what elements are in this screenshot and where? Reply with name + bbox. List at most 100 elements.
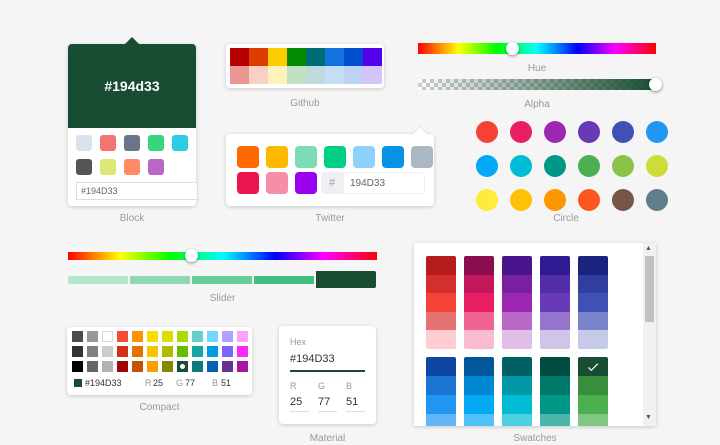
alpha-slider[interactable] xyxy=(418,78,662,91)
compact-g-value[interactable]: 77 xyxy=(185,378,195,388)
swatches-swatch[interactable] xyxy=(578,330,608,349)
block-swatch[interactable] xyxy=(172,135,188,151)
swatches-swatch[interactable] xyxy=(540,376,570,395)
compact-swatch[interactable] xyxy=(132,346,143,357)
compact-swatch[interactable] xyxy=(72,346,83,357)
github-swatch[interactable] xyxy=(230,48,249,66)
compact-swatch[interactable] xyxy=(207,346,218,357)
compact-swatch[interactable] xyxy=(237,361,248,372)
swatches-swatch[interactable] xyxy=(502,311,532,330)
swatches-swatch[interactable] xyxy=(426,256,456,275)
swatches-swatch[interactable] xyxy=(426,311,456,330)
slider-swatch[interactable] xyxy=(254,276,314,284)
block-swatch[interactable] xyxy=(100,135,116,151)
swatches-swatch[interactable] xyxy=(426,293,456,312)
circle-swatch[interactable] xyxy=(646,189,668,211)
swatches-swatch[interactable] xyxy=(464,256,494,275)
compact-swatch[interactable] xyxy=(207,331,218,342)
swatches-swatch[interactable] xyxy=(464,395,494,414)
compact-swatch[interactable] xyxy=(207,361,218,372)
circle-swatch[interactable] xyxy=(578,121,600,143)
compact-b-value[interactable]: 51 xyxy=(221,378,231,388)
swatches-swatch[interactable] xyxy=(540,256,570,275)
circle-swatch[interactable] xyxy=(544,189,566,211)
github-swatch[interactable] xyxy=(325,48,344,66)
github-swatch[interactable] xyxy=(287,48,306,66)
swatches-swatch[interactable] xyxy=(578,293,608,312)
compact-swatch[interactable] xyxy=(162,361,173,372)
swatches-swatch[interactable] xyxy=(502,376,532,395)
compact-swatch[interactable] xyxy=(102,346,113,357)
github-swatch[interactable] xyxy=(306,48,325,66)
twitter-swatch[interactable] xyxy=(324,146,346,168)
swatches-swatch[interactable] xyxy=(502,395,532,414)
compact-swatch[interactable] xyxy=(87,361,98,372)
compact-swatch[interactable] xyxy=(192,346,203,357)
github-swatch[interactable] xyxy=(249,48,268,66)
swatches-swatch[interactable] xyxy=(578,395,608,414)
alpha-slider-knob[interactable] xyxy=(649,78,662,91)
compact-swatch[interactable] xyxy=(72,331,83,342)
swatches-swatch[interactable] xyxy=(540,357,570,376)
compact-r-value[interactable]: 25 xyxy=(153,378,163,388)
circle-swatch[interactable] xyxy=(476,155,498,177)
swatches-swatch[interactable] xyxy=(502,357,532,376)
hue-slider-knob[interactable] xyxy=(506,42,520,55)
swatches-swatch[interactable] xyxy=(578,414,608,426)
compact-swatch[interactable] xyxy=(102,361,113,372)
block-swatch[interactable] xyxy=(148,159,164,175)
swatches-swatch[interactable] xyxy=(464,414,494,426)
compact-hex-value[interactable]: #194D33 xyxy=(85,378,122,388)
github-swatch[interactable] xyxy=(344,66,363,84)
compact-swatch[interactable] xyxy=(87,331,98,342)
slider-hue-bar[interactable] xyxy=(68,249,377,262)
compact-swatch[interactable] xyxy=(192,361,203,372)
github-swatch[interactable] xyxy=(230,66,249,84)
github-swatch[interactable] xyxy=(344,48,363,66)
compact-swatch[interactable] xyxy=(147,346,158,357)
swatches-swatch[interactable] xyxy=(502,274,532,293)
hue-slider[interactable] xyxy=(418,42,656,55)
circle-swatch[interactable] xyxy=(476,189,498,211)
swatches-swatch[interactable] xyxy=(578,311,608,330)
swatches-swatch[interactable] xyxy=(578,376,608,395)
compact-swatch[interactable] xyxy=(222,331,233,342)
compact-swatch[interactable] xyxy=(162,346,173,357)
slider-swatch[interactable] xyxy=(192,276,252,284)
slider-swatch[interactable] xyxy=(130,276,190,284)
material-r-input[interactable]: 25 xyxy=(290,396,302,408)
swatches-swatch[interactable] xyxy=(502,414,532,426)
circle-swatch[interactable] xyxy=(510,121,532,143)
compact-swatch[interactable] xyxy=(177,346,188,357)
compact-swatch[interactable] xyxy=(237,331,248,342)
slider-hue-knob[interactable] xyxy=(184,249,198,262)
twitter-swatch[interactable] xyxy=(295,172,317,194)
swatches-swatch[interactable] xyxy=(540,274,570,293)
swatches-swatch[interactable] xyxy=(426,395,456,414)
slider-swatch[interactable] xyxy=(316,271,376,288)
twitter-swatch[interactable] xyxy=(411,146,433,168)
swatches-swatch[interactable] xyxy=(540,395,570,414)
swatches-swatch[interactable] xyxy=(464,376,494,395)
block-swatch[interactable] xyxy=(76,159,92,175)
github-swatch[interactable] xyxy=(363,66,382,84)
swatches-swatch[interactable] xyxy=(578,274,608,293)
block-swatch[interactable] xyxy=(148,135,164,151)
github-swatch[interactable] xyxy=(287,66,306,84)
circle-swatch[interactable] xyxy=(510,155,532,177)
compact-swatch[interactable] xyxy=(222,346,233,357)
swatches-swatch[interactable] xyxy=(426,414,456,426)
compact-swatch[interactable] xyxy=(117,346,128,357)
compact-swatch[interactable] xyxy=(102,331,113,342)
swatches-swatch[interactable] xyxy=(426,274,456,293)
github-swatch[interactable] xyxy=(363,48,382,66)
swatches-swatch[interactable] xyxy=(426,376,456,395)
compact-swatch[interactable] xyxy=(147,361,158,372)
compact-swatch[interactable] xyxy=(192,331,203,342)
swatches-swatch[interactable] xyxy=(578,256,608,275)
circle-swatch[interactable] xyxy=(612,121,634,143)
swatches-swatch[interactable] xyxy=(464,311,494,330)
swatches-swatch[interactable] xyxy=(464,293,494,312)
circle-swatch[interactable] xyxy=(510,189,532,211)
compact-swatch[interactable] xyxy=(222,361,233,372)
